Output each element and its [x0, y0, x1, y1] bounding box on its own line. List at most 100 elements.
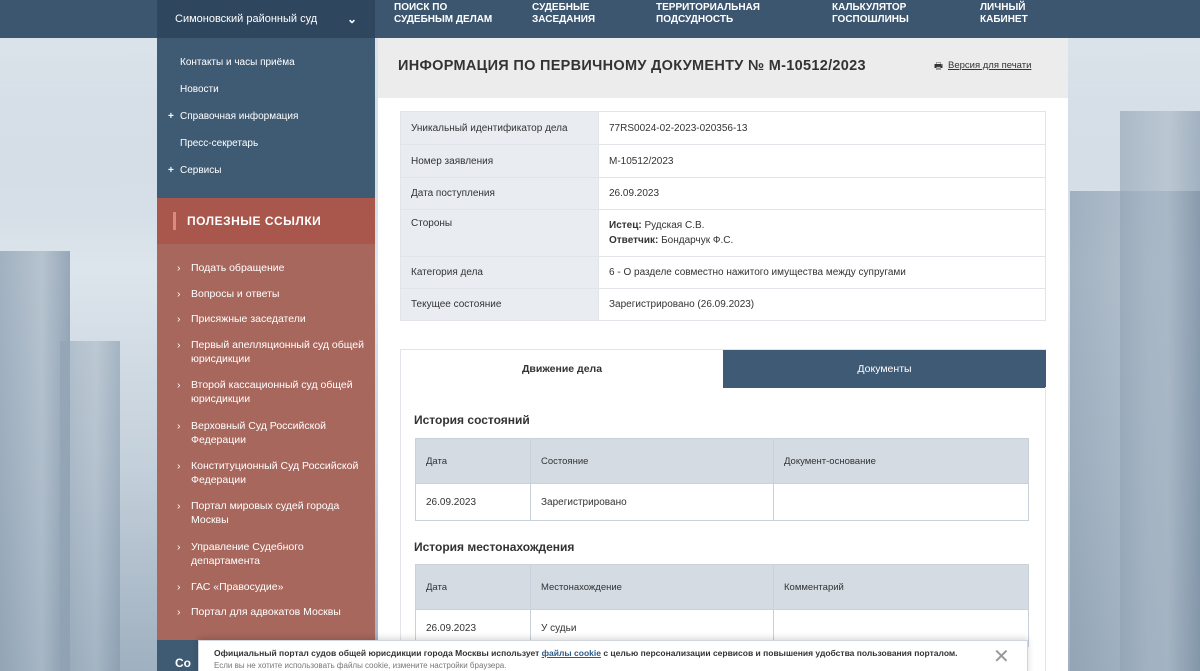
nav-jurisdiction[interactable]: Территориальная подсудность: [656, 2, 760, 26]
print-version-link[interactable]: 🖶 Версия для печати: [934, 60, 1031, 72]
useful-link-label: Верховный Суд Российской Федерации: [191, 420, 327, 446]
defendant-name: Бондарчук Ф.С.: [661, 235, 734, 246]
useful-links-title: Полезные ссылки: [187, 214, 322, 228]
nav-fee-calculator[interactable]: Калькулятор госпошлины: [832, 2, 909, 26]
nav-hearings[interactable]: Судебные заседания: [532, 2, 595, 26]
sidebar-menu: Контакты и часы приёма Новости + Справоч…: [157, 38, 375, 198]
chevron-right-icon: ›: [177, 606, 181, 618]
tab-case-movement[interactable]: Движение дела: [401, 350, 723, 388]
useful-link[interactable]: › Присяжные заседатели: [177, 312, 366, 326]
court-select[interactable]: Симоновский районный суд ⌄: [157, 0, 375, 38]
tab-documents[interactable]: Документы: [723, 350, 1046, 388]
useful-link[interactable]: › ГАС «Правосудие»: [177, 580, 366, 594]
cookie-policy-link[interactable]: файлы cookie: [542, 648, 601, 658]
nav-label: Личный: [980, 2, 1026, 13]
plus-icon: +: [168, 111, 174, 122]
chevron-right-icon: ›: [177, 420, 181, 432]
info-row: Дата поступления 26.09.2023: [400, 177, 1046, 210]
heading-accent: [173, 212, 176, 230]
info-label: Дата поступления: [400, 177, 599, 210]
useful-link[interactable]: › Портал для адвокатов Москвы: [177, 605, 366, 619]
info-label: Номер заявления: [400, 144, 599, 178]
history-states-table: Дата Состояние Документ-основание 26.09.…: [415, 438, 1029, 521]
sidebar-item-press[interactable]: Пресс-секретарь: [180, 138, 258, 149]
sidebar-item-label: Сервисы: [180, 165, 222, 176]
useful-link[interactable]: › Конституционный Суд Российской Федераци…: [177, 459, 366, 487]
defendant-label: Ответчик:: [609, 235, 659, 246]
nav-personal-account[interactable]: Личный кабинет: [980, 2, 1028, 26]
column-header: Документ-основание: [773, 438, 1029, 484]
useful-link-label: Портал мировых судей города Москвы: [191, 500, 340, 526]
useful-link[interactable]: › Подать обращение: [177, 261, 366, 275]
table-row: 26.09.2023 Зарегистрировано: [415, 483, 1029, 521]
defendant-line: Ответчик: Бондарчук Ф.С.: [609, 233, 1035, 248]
useful-links-heading: Полезные ссылки: [157, 198, 375, 244]
info-label: Категория дела: [400, 256, 599, 289]
history-location-title: История местонахождения: [414, 540, 575, 554]
sidebar-item-news[interactable]: Новости: [180, 84, 219, 95]
column-header: Местонахождение: [530, 564, 774, 610]
nav-label: Калькулятор: [832, 2, 907, 13]
tab-bar: Движение дела Документы: [400, 349, 1046, 388]
history-location-table: Дата Местонахождение Комментарий 26.09.2…: [415, 564, 1029, 647]
useful-link[interactable]: › Управление Судебного департамента: [177, 540, 366, 568]
page-title: Информация по первичному документу № М-1…: [398, 58, 866, 74]
cookie-text: с целью персонализации сервисов и повыше…: [600, 648, 958, 658]
sidebar-bottom-title: Со: [175, 656, 191, 670]
column-header: Дата: [415, 564, 531, 610]
column-header: Состояние: [530, 438, 774, 484]
close-icon[interactable]: ✕: [993, 647, 1010, 667]
table-cell: Зарегистрировано: [530, 483, 774, 521]
useful-link-label: Портал для адвокатов Москвы: [191, 606, 341, 618]
top-header: Симоновский районный суд ⌄ Поиск по суде…: [0, 0, 1200, 38]
table-header-row: Дата Состояние Документ-основание: [415, 438, 1029, 484]
nav-case-search[interactable]: Поиск по судебным делам: [394, 2, 492, 26]
info-value: 6 - О разделе совместно нажитого имущест…: [598, 256, 1046, 289]
useful-link-label: Присяжные заседатели: [191, 313, 306, 325]
sidebar-item-label: Новости: [180, 84, 219, 95]
useful-link[interactable]: › Первый апелляционный суд общей юрисдикц…: [177, 338, 366, 366]
info-label: Текущее состояние: [400, 288, 599, 321]
table-cell: [773, 483, 1029, 521]
sidebar-item-label: Пресс-секретарь: [180, 138, 259, 149]
useful-link-label: Вопросы и ответы: [191, 288, 280, 300]
sidebar-item-services[interactable]: + Сервисы: [168, 165, 222, 176]
useful-links-list: › Подать обращение › Вопросы и ответы › При…: [157, 244, 375, 640]
tab-label: Документы: [857, 363, 912, 375]
useful-link[interactable]: › Вопросы и ответы: [177, 287, 366, 301]
useful-link-label: Подать обращение: [191, 262, 285, 274]
chevron-right-icon: ›: [177, 500, 181, 512]
nav-label: Судебные: [532, 2, 590, 13]
cookie-text: Официальный портал судов общей юрисдикци…: [214, 648, 542, 658]
cookie-message: Официальный портал судов общей юрисдикци…: [214, 648, 958, 658]
cookie-note: Если вы не хотите использовать файлы coo…: [214, 661, 507, 670]
table-cell: 26.09.2023: [415, 483, 531, 521]
court-select-label: Симоновский районный суд: [175, 13, 318, 25]
sidebar-item-label: Контакты и часы приёма: [180, 57, 295, 68]
nav-label: подсудность: [656, 14, 734, 25]
info-row: Номер заявления М-10512/2023: [400, 144, 1046, 178]
nav-label: Поиск по: [394, 2, 448, 13]
table-header-row: Дата Местонахождение Комментарий: [415, 564, 1029, 610]
nav-label: Территориальная: [656, 2, 760, 13]
sidebar-item-reference[interactable]: + Справочная информация: [168, 111, 299, 122]
nav-label: кабинет: [980, 14, 1028, 25]
column-header: Комментарий: [773, 564, 1029, 610]
useful-link[interactable]: › Второй кассационный суд общей юрисдикци…: [177, 378, 366, 406]
main-content: Информация по первичному документу № М-1…: [378, 38, 1068, 671]
chevron-right-icon: ›: [177, 339, 181, 351]
chevron-right-icon: ›: [177, 581, 181, 593]
useful-link-label: Управление Судебного департамента: [191, 541, 304, 567]
useful-link[interactable]: › Верховный Суд Российской Федерации: [177, 419, 366, 447]
sidebar-item-label: Справочная информация: [180, 111, 299, 122]
chevron-right-icon: ›: [177, 288, 181, 300]
info-row: Категория дела 6 - О разделе совместно н…: [400, 256, 1046, 289]
chevron-right-icon: ›: [177, 541, 181, 553]
info-row: Стороны Истец: Рудская С.В. Ответчик: Бо…: [400, 209, 1046, 257]
useful-link[interactable]: › Портал мировых судей города Москвы: [177, 499, 366, 527]
plaintiff-name: Рудская С.В.: [644, 220, 705, 231]
sidebar-item-contacts[interactable]: Контакты и часы приёма: [180, 57, 295, 68]
printer-icon: 🖶: [934, 61, 943, 72]
title-bar: Информация по первичному документу № М-1…: [378, 38, 1068, 98]
history-states-title: История состояний: [414, 413, 530, 427]
